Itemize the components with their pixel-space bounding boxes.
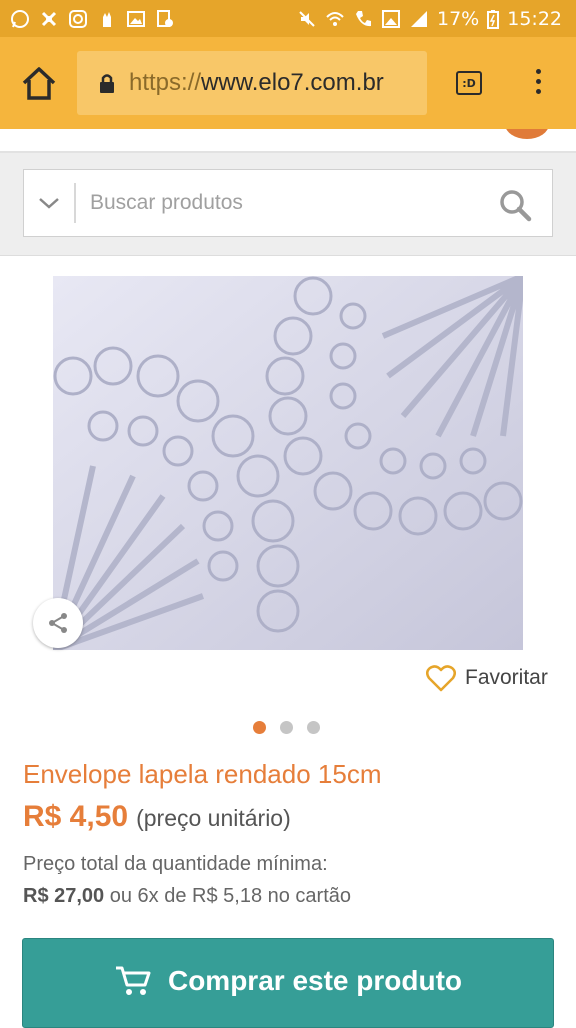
mute-icon	[299, 10, 315, 27]
image2-icon	[382, 9, 400, 28]
clock: 15:22	[507, 7, 562, 30]
favorite-label: Favoritar	[465, 666, 548, 689]
url-host: www.elo7.com.br	[201, 69, 384, 96]
battery-percent: 17%	[437, 7, 480, 30]
installments-text: ou 6x de R$ 5,18 no cartão	[109, 885, 352, 907]
search-input[interactable]	[76, 190, 482, 216]
product-image[interactable]	[53, 276, 523, 650]
system-icons: 17% 15:22	[297, 8, 576, 30]
share-button[interactable]	[33, 598, 83, 648]
carousel-dot-3[interactable]	[307, 721, 320, 734]
url-protocol: https://	[129, 69, 202, 96]
search-box	[23, 169, 553, 237]
product-price: R$ 4,50	[23, 800, 129, 833]
heart-icon	[426, 665, 456, 692]
total-price-row: R$ 27,00 ou 6x de R$ 5,18 no cartão	[23, 885, 351, 908]
instagram-icon	[69, 9, 87, 28]
search-icon[interactable]	[498, 188, 532, 222]
lock-file-icon	[157, 9, 173, 27]
lock-icon	[100, 74, 114, 93]
favorite-button[interactable]: Favoritar	[426, 664, 548, 692]
home-icon[interactable]	[20, 65, 58, 103]
tab-switcher-button[interactable]: :D	[456, 71, 482, 95]
url-text: https://www.elo7.com.br	[129, 69, 384, 97]
search-area	[0, 153, 576, 256]
site-header	[0, 129, 576, 153]
category-dropdown[interactable]	[24, 183, 76, 223]
price-row: R$ 4,50 (preço unitário)	[23, 800, 291, 834]
avatar[interactable]	[505, 129, 549, 139]
signal-icon	[411, 10, 427, 27]
whatsapp-icon	[11, 9, 29, 28]
lace-envelope-image	[53, 276, 523, 650]
chevron-down-icon	[39, 198, 59, 209]
image-carousel-dots	[253, 721, 320, 734]
battery-icon	[487, 9, 500, 29]
notification-icons	[0, 9, 175, 29]
min-quantity-label: Preço total da quantidade mínima:	[23, 853, 328, 875]
carousel-dot-2[interactable]	[280, 721, 293, 734]
overflow-menu-button[interactable]	[532, 69, 544, 99]
phone-icon	[356, 10, 371, 26]
buy-button-label: Comprar este produto	[167, 965, 463, 996]
wifi-icon	[326, 11, 344, 26]
cart-icon	[115, 966, 151, 995]
url-bar[interactable]: https://www.elo7.com.br	[77, 51, 427, 115]
total-price: R$ 27,00	[23, 885, 105, 907]
status-bar: 17% 15:22	[0, 0, 576, 37]
image-icon	[127, 10, 145, 27]
buy-button[interactable]: Comprar este produto	[22, 938, 554, 1028]
app-icon	[41, 11, 57, 26]
carousel-dot-1[interactable]	[253, 721, 266, 734]
price-unit-label: (preço unitário)	[136, 805, 291, 831]
product-title: Envelope lapela rendado 15cm	[23, 759, 382, 789]
hand-icon	[103, 11, 111, 27]
share-icon	[49, 613, 67, 633]
browser-toolbar: https://www.elo7.com.br :D	[0, 37, 576, 129]
